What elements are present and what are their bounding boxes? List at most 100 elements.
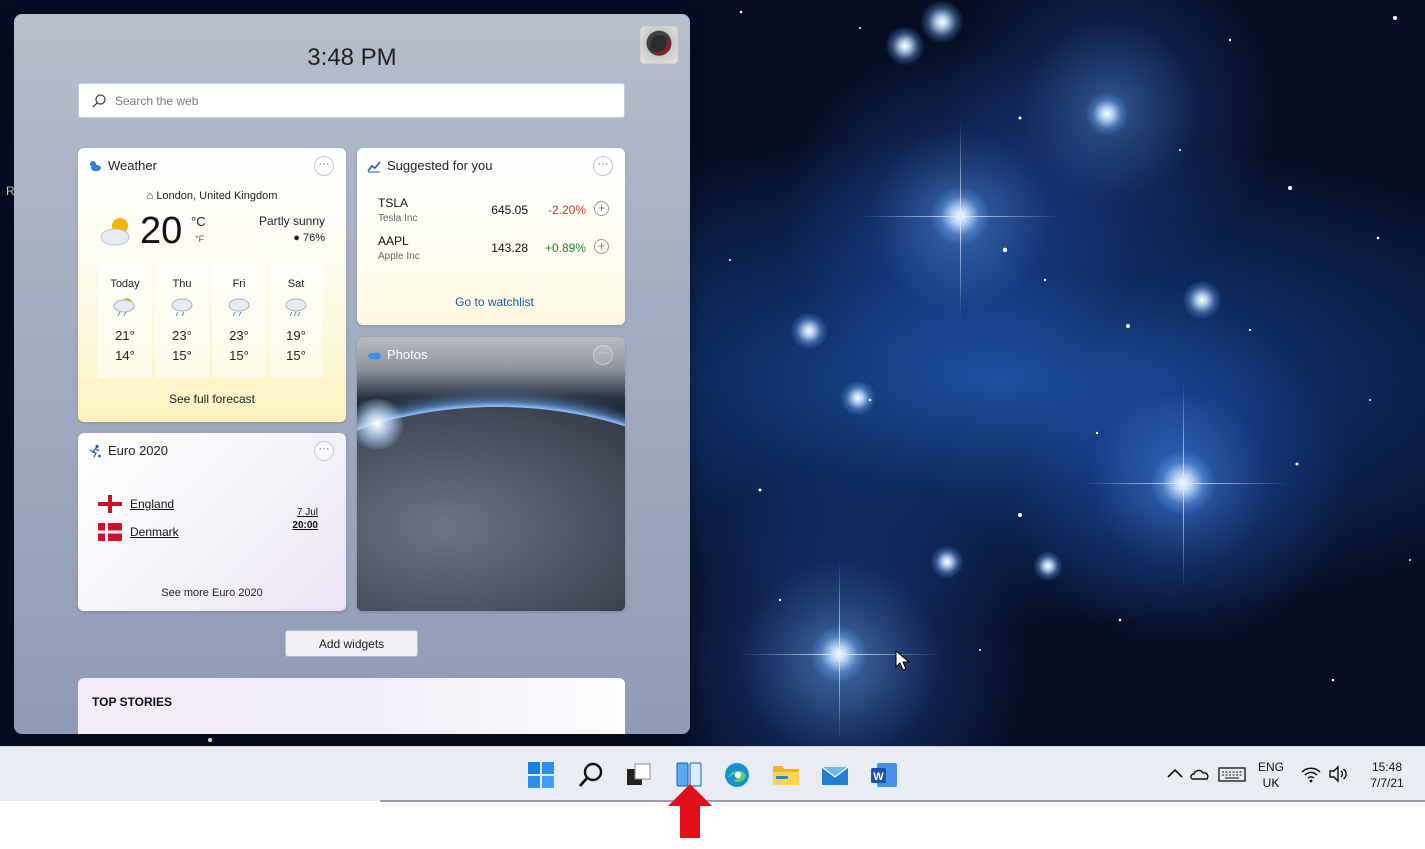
- thunder-shower-icon: [113, 298, 135, 316]
- mouse-cursor-icon: [895, 650, 911, 671]
- team-denmark[interactable]: Denmark: [98, 522, 179, 542]
- taskbar-time: 15:48: [1371, 760, 1403, 774]
- search-box[interactable]: [78, 83, 625, 118]
- taskbar-date: 7/7/21: [1370, 776, 1404, 790]
- weather-humidity: ● 76%: [293, 232, 325, 244]
- search-icon[interactable]: [576, 760, 606, 790]
- search-icon: [92, 93, 106, 108]
- weather-widget[interactable]: Weather ··· ⌂ London, United Kingdom 20 …: [78, 148, 346, 422]
- weather-location[interactable]: ⌂ London, United Kingdom: [78, 190, 346, 202]
- forecast-low: 14°: [115, 348, 135, 363]
- widgets-panel: 3:48 PM Weather ··· ⌂ London, United Kin…: [14, 14, 690, 734]
- volume-icon[interactable]: [1327, 763, 1349, 785]
- bright-star: [840, 380, 876, 416]
- input-language[interactable]: ENG UK: [1254, 759, 1288, 791]
- forecast-low: 15°: [286, 348, 306, 363]
- stock-change: +0.89%: [544, 241, 586, 255]
- bright-star: [1085, 92, 1129, 136]
- forecast-low: 15°: [229, 348, 249, 363]
- task-view-icon[interactable]: [623, 760, 653, 790]
- forecast-low: 15°: [172, 348, 192, 363]
- match-time[interactable]: 20:00: [292, 520, 318, 531]
- onedrive-icon[interactable]: [1189, 763, 1211, 785]
- rain-cloud-icon: [228, 298, 250, 316]
- go-to-watchlist-link[interactable]: Go to watchlist: [357, 295, 625, 309]
- celsius-unit[interactable]: °C: [191, 214, 206, 229]
- forecast-day[interactable]: Today 21° 14°: [98, 264, 152, 378]
- word-icon[interactable]: W: [869, 760, 899, 790]
- forecast-day-label: Thu: [172, 278, 192, 290]
- weather-location-text: London, United Kingdom: [156, 190, 278, 202]
- search-input[interactable]: [115, 93, 595, 108]
- more-options-icon[interactable]: ···: [314, 441, 334, 461]
- edge-icon[interactable]: [722, 760, 752, 790]
- forecast-high: 23°: [172, 328, 192, 343]
- euro-title: Euro 2020: [108, 443, 168, 458]
- stock-row[interactable]: AAPL Apple Inc 143.28 +0.89% +: [378, 234, 618, 268]
- language-code: ENG: [1257, 760, 1284, 774]
- euro-widget[interactable]: Euro 2020 ··· England Denmark 7 Jul 20:0…: [78, 433, 346, 611]
- more-options-icon[interactable]: ···: [593, 156, 613, 176]
- see-more-euro-link[interactable]: See more Euro 2020: [78, 587, 346, 599]
- taskbar-clock[interactable]: 15:48 7/7/21: [1358, 759, 1416, 791]
- svg-text:W: W: [873, 771, 884, 783]
- stocks-title: Suggested for you: [387, 158, 493, 173]
- forecast-high: 21°: [115, 328, 135, 343]
- match-date[interactable]: 7 Jul: [297, 507, 318, 518]
- humidity-value: 76%: [302, 232, 325, 244]
- forecast-high: 23°: [229, 328, 249, 343]
- chevron-up-icon[interactable]: [1164, 763, 1186, 785]
- team-name: Denmark: [130, 525, 179, 539]
- top-stories-heading: TOP STORIES: [92, 695, 173, 709]
- stocks-widget[interactable]: Suggested for you ··· TSLA Tesla Inc 645…: [357, 148, 625, 325]
- keyboard-layout: UK: [1262, 776, 1280, 790]
- screen: R 3:48 PM Weather ··· ⌂ London, United K…: [0, 0, 1425, 849]
- weather-temperature: 20: [140, 210, 183, 252]
- rain-cloud-icon: [171, 298, 193, 316]
- photos-widget[interactable]: Photos ···: [357, 337, 625, 611]
- file-explorer-icon[interactable]: [771, 760, 801, 790]
- weather-cloud-icon: [90, 161, 101, 172]
- forecast-day-label: Fri: [232, 278, 246, 290]
- forecast-day[interactable]: Sat 19° 15°: [269, 264, 323, 378]
- fahrenheit-unit[interactable]: °F: [195, 234, 204, 244]
- forecast-day-label: Today: [110, 278, 140, 290]
- home-icon: ⌂: [146, 190, 154, 202]
- user-avatar[interactable]: [640, 26, 678, 64]
- more-options-icon[interactable]: ···: [593, 345, 613, 365]
- bright-star: [920, 0, 964, 44]
- onedrive-cloud-icon: [368, 352, 381, 360]
- team-england[interactable]: England: [98, 494, 174, 514]
- add-to-watchlist-icon[interactable]: +: [594, 239, 609, 254]
- forecast-day[interactable]: Thu 23° 15°: [155, 264, 209, 378]
- stock-price: 645.05: [491, 203, 528, 217]
- add-widgets-button[interactable]: Add widgets: [285, 630, 418, 657]
- more-options-icon[interactable]: ···: [314, 156, 334, 176]
- keyboard-icon[interactable]: [1218, 763, 1246, 785]
- forecast-day-label: Sat: [287, 278, 305, 290]
- start-icon[interactable]: [526, 760, 556, 790]
- bright-star: [930, 545, 964, 579]
- bright-star: [790, 312, 828, 350]
- bright-star: [885, 26, 925, 66]
- add-to-watchlist-icon[interactable]: +: [594, 201, 609, 216]
- rain-cloud-icon: [285, 298, 307, 316]
- mail-icon[interactable]: [820, 760, 850, 790]
- top-stories-section: TOP STORIES: [78, 678, 625, 734]
- forecast-high: 19°: [286, 328, 306, 343]
- bright-star: [1033, 551, 1063, 581]
- droplet-icon: ●: [293, 232, 300, 244]
- england-flag-icon: [98, 495, 122, 513]
- weather-title: Weather: [108, 158, 157, 173]
- stock-name: Apple Inc: [378, 251, 420, 262]
- taskbar-bottom-edge: [380, 800, 1425, 802]
- red-arrow-annotation: [668, 784, 712, 838]
- partly-sunny-icon: [100, 218, 130, 246]
- stock-row[interactable]: TSLA Tesla Inc 645.05 -2.20% +: [378, 196, 618, 230]
- forecast-day[interactable]: Fri 23° 15°: [212, 264, 266, 378]
- wifi-icon[interactable]: [1300, 763, 1322, 785]
- stock-price: 143.28: [491, 241, 528, 255]
- panel-clock: 3:48 PM: [307, 44, 397, 71]
- team-name: England: [130, 497, 175, 511]
- see-full-forecast-link[interactable]: See full forecast: [78, 392, 346, 406]
